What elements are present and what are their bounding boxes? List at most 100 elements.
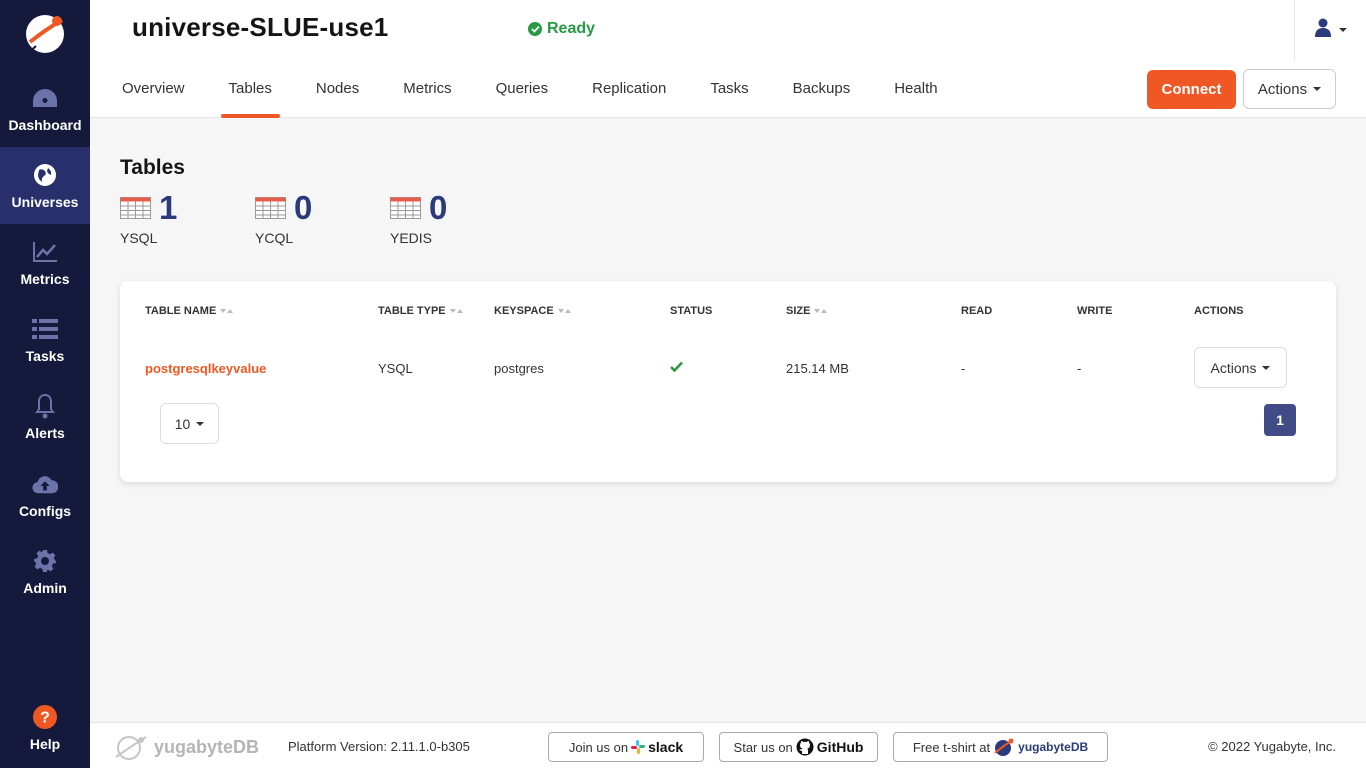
actions-dropdown-button[interactable]: Actions bbox=[1243, 69, 1336, 109]
connect-button[interactable]: Connect bbox=[1147, 70, 1236, 109]
column-header-actions: ACTIONS bbox=[1194, 305, 1244, 317]
slack-prefix: Join us on bbox=[568, 739, 629, 755]
stat-label: YCQL bbox=[255, 230, 294, 246]
footer-brand-text: yugabyteDB bbox=[154, 736, 260, 757]
sidebar-item-label: Universes bbox=[11, 193, 79, 210]
chart-line-icon bbox=[32, 239, 58, 265]
sidebar-item-label: Tasks bbox=[25, 347, 65, 364]
universe-tabs: Overview Tables Nodes Metrics Queries Re… bbox=[122, 60, 960, 118]
sidebar-item-admin[interactable]: Admin bbox=[0, 533, 90, 610]
column-label: ACTIONS bbox=[1194, 305, 1244, 317]
sidebar-item-universes[interactable]: Universes bbox=[0, 147, 90, 224]
tshirt-button[interactable]: Free t-shirt at yugabyteDB bbox=[893, 732, 1108, 762]
footer: yugabyteDB Platform Version: 2.11.1.0-b3… bbox=[90, 722, 1366, 768]
chevron-down-icon bbox=[196, 421, 205, 426]
sidebar: Dashboard Universes Metrics Tasks Alerts… bbox=[0, 0, 90, 768]
stat-count: 0 bbox=[429, 189, 448, 226]
column-label: SIZE bbox=[786, 305, 811, 317]
actions-label: Actions bbox=[1257, 80, 1308, 98]
universe-header: universe-SLUE-use1 Ready Overview Tables… bbox=[90, 0, 1366, 118]
tab-backups[interactable]: Backups bbox=[771, 60, 873, 118]
tab-health[interactable]: Health bbox=[872, 60, 959, 118]
stat-ycql: 0 YCQL bbox=[255, 190, 375, 246]
stat-ysql: 1 YSQL bbox=[120, 190, 240, 246]
github-prefix: Star us on bbox=[733, 739, 793, 755]
svg-text:?: ? bbox=[40, 710, 50, 727]
stat-count: 0 bbox=[294, 189, 313, 226]
tab-queries[interactable]: Queries bbox=[474, 60, 571, 118]
check-circle-icon bbox=[528, 22, 542, 36]
user-icon bbox=[1314, 18, 1331, 43]
tables-card: TABLE NAME TABLE TYPE KEYSPACE STATUS SI… bbox=[120, 281, 1336, 482]
sidebar-item-label: Alerts bbox=[25, 424, 65, 441]
sort-icon bbox=[557, 309, 571, 313]
sort-icon bbox=[814, 309, 828, 313]
github-button[interactable]: Star us on GitHub bbox=[719, 732, 878, 762]
keyspace-cell: postgres bbox=[494, 361, 544, 376]
column-header-size[interactable]: SIZE bbox=[786, 305, 828, 317]
yugabyte-logo-icon bbox=[115, 736, 147, 760]
status-badge: Ready bbox=[528, 20, 595, 38]
column-label: READ bbox=[961, 305, 993, 317]
column-label: TABLE NAME bbox=[145, 305, 217, 317]
status-text: Ready bbox=[547, 20, 596, 37]
sort-icon bbox=[449, 309, 463, 313]
tab-replication[interactable]: Replication bbox=[570, 60, 688, 118]
row-actions-button[interactable]: Actions bbox=[1194, 347, 1287, 388]
pagination-page-button[interactable]: 1 bbox=[1264, 404, 1296, 436]
tab-tasks[interactable]: Tasks bbox=[688, 60, 770, 118]
sidebar-item-label: Metrics bbox=[20, 270, 70, 287]
write-cell: - bbox=[1077, 361, 1082, 376]
sidebar-item-label: Configs bbox=[18, 502, 72, 519]
table-type-cell: YSQL bbox=[378, 361, 413, 376]
column-header-table-name[interactable]: TABLE NAME bbox=[145, 305, 234, 317]
gear-icon bbox=[32, 548, 58, 574]
column-label: TABLE TYPE bbox=[378, 305, 446, 317]
slack-button[interactable]: Join us on slack bbox=[548, 732, 704, 762]
tab-metrics[interactable]: Metrics bbox=[381, 60, 473, 118]
dashboard-icon bbox=[32, 85, 58, 111]
tab-tables[interactable]: Tables bbox=[207, 60, 294, 118]
bell-icon bbox=[32, 393, 58, 419]
column-label: STATUS bbox=[670, 305, 713, 317]
tab-overview[interactable]: Overview bbox=[122, 60, 207, 118]
chevron-down-icon bbox=[1338, 28, 1347, 32]
cloud-upload-icon bbox=[32, 471, 58, 497]
section-title: Tables bbox=[120, 156, 185, 179]
sort-icon bbox=[220, 309, 234, 313]
column-header-write: WRITE bbox=[1077, 305, 1112, 317]
help-icon: ? bbox=[32, 704, 58, 730]
yugabyte-logo-icon[interactable] bbox=[22, 10, 68, 56]
tab-nodes[interactable]: Nodes bbox=[294, 60, 381, 118]
github-icon bbox=[796, 738, 814, 756]
sidebar-item-alerts[interactable]: Alerts bbox=[0, 378, 90, 455]
slack-icon bbox=[631, 740, 646, 754]
list-icon bbox=[32, 316, 58, 342]
row-actions-label: Actions bbox=[1210, 359, 1257, 376]
sidebar-item-label: Admin bbox=[23, 579, 67, 596]
tshirt-prefix: Free t-shirt at bbox=[912, 739, 991, 755]
column-header-table-type[interactable]: TABLE TYPE bbox=[378, 305, 463, 317]
sidebar-item-label: Dashboard bbox=[8, 116, 82, 133]
tshirt-brand: yugabyteDB bbox=[1018, 740, 1089, 754]
page-size-select[interactable]: 10 bbox=[160, 403, 219, 444]
sidebar-item-configs[interactable]: Configs bbox=[0, 456, 90, 533]
footer-brand: yugabyteDB bbox=[114, 733, 259, 761]
sidebar-item-dashboard[interactable]: Dashboard bbox=[0, 70, 90, 147]
table-icon bbox=[120, 197, 151, 219]
column-header-keyspace[interactable]: KEYSPACE bbox=[494, 305, 571, 317]
sidebar-item-tasks[interactable]: Tasks bbox=[0, 301, 90, 378]
column-header-status: STATUS bbox=[670, 305, 712, 317]
chevron-down-icon bbox=[1313, 87, 1322, 91]
stat-label: YEDIS bbox=[390, 230, 433, 246]
table-name-link[interactable]: postgresqlkeyvalue bbox=[145, 361, 266, 376]
github-brand: GitHub bbox=[816, 739, 864, 755]
size-cell: 215.14 MB bbox=[786, 361, 849, 376]
column-header-read: READ bbox=[961, 305, 992, 317]
user-menu[interactable] bbox=[1294, 0, 1366, 60]
stat-label: YSQL bbox=[120, 230, 158, 246]
sidebar-item-metrics[interactable]: Metrics bbox=[0, 224, 90, 301]
copyright: © 2022 Yugabyte, Inc. bbox=[1208, 739, 1336, 754]
sidebar-item-help[interactable]: ? Help bbox=[0, 692, 90, 764]
page-size-value: 10 bbox=[174, 415, 191, 432]
